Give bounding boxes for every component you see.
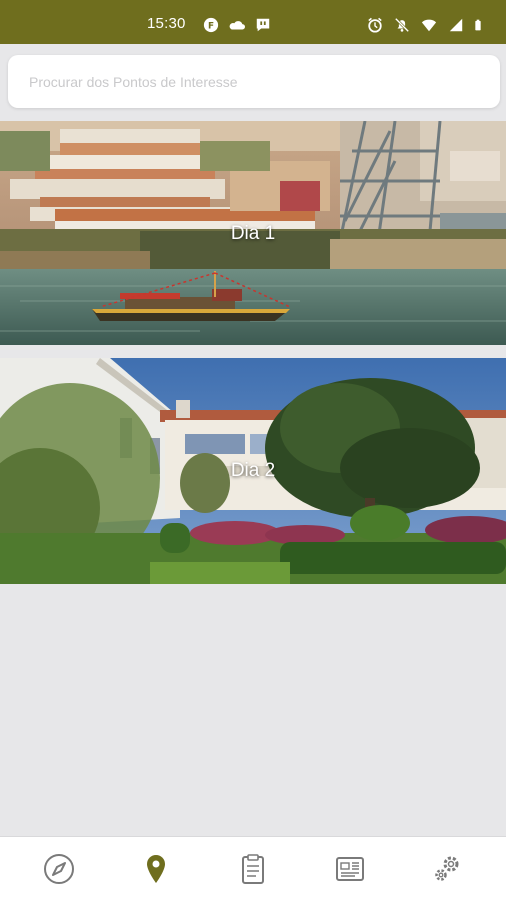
nav-points-of-interest[interactable] bbox=[126, 839, 186, 899]
search-box bbox=[8, 55, 500, 108]
battery-icon bbox=[475, 19, 481, 31]
nav-itinerary[interactable] bbox=[223, 839, 283, 899]
nav-news[interactable] bbox=[320, 839, 380, 899]
mute-icon bbox=[394, 17, 410, 33]
search-input[interactable] bbox=[8, 55, 500, 108]
signal-icon bbox=[449, 18, 463, 32]
alarm-icon bbox=[368, 17, 382, 33]
map-pin-icon bbox=[146, 854, 165, 883]
newspaper-icon bbox=[336, 856, 365, 881]
compass-icon bbox=[43, 853, 74, 884]
status-bar: 15:30 F bbox=[0, 0, 506, 44]
svg-text:F: F bbox=[208, 22, 214, 32]
day-2-label: Dia 2 bbox=[230, 460, 276, 481]
app-notification-icon: F bbox=[203, 17, 219, 33]
message-icon bbox=[256, 18, 270, 32]
bottom-navigation bbox=[0, 836, 506, 900]
cloud-icon bbox=[229, 21, 245, 30]
search-area bbox=[0, 44, 506, 118]
status-system-icons bbox=[366, 17, 486, 33]
clipboard-icon bbox=[241, 853, 264, 884]
nav-explore[interactable] bbox=[29, 839, 89, 899]
day-card-2[interactable]: Dia 2 bbox=[0, 358, 506, 584]
wifi-icon bbox=[421, 19, 437, 32]
status-time: 15:30 bbox=[147, 15, 186, 32]
status-notification-icons: F bbox=[202, 17, 272, 33]
day-1-label: Dia 1 bbox=[230, 223, 276, 244]
settings-gears-icon bbox=[435, 856, 459, 881]
day-card-1[interactable]: Dia 1 bbox=[0, 121, 506, 345]
nav-settings[interactable] bbox=[417, 839, 477, 899]
